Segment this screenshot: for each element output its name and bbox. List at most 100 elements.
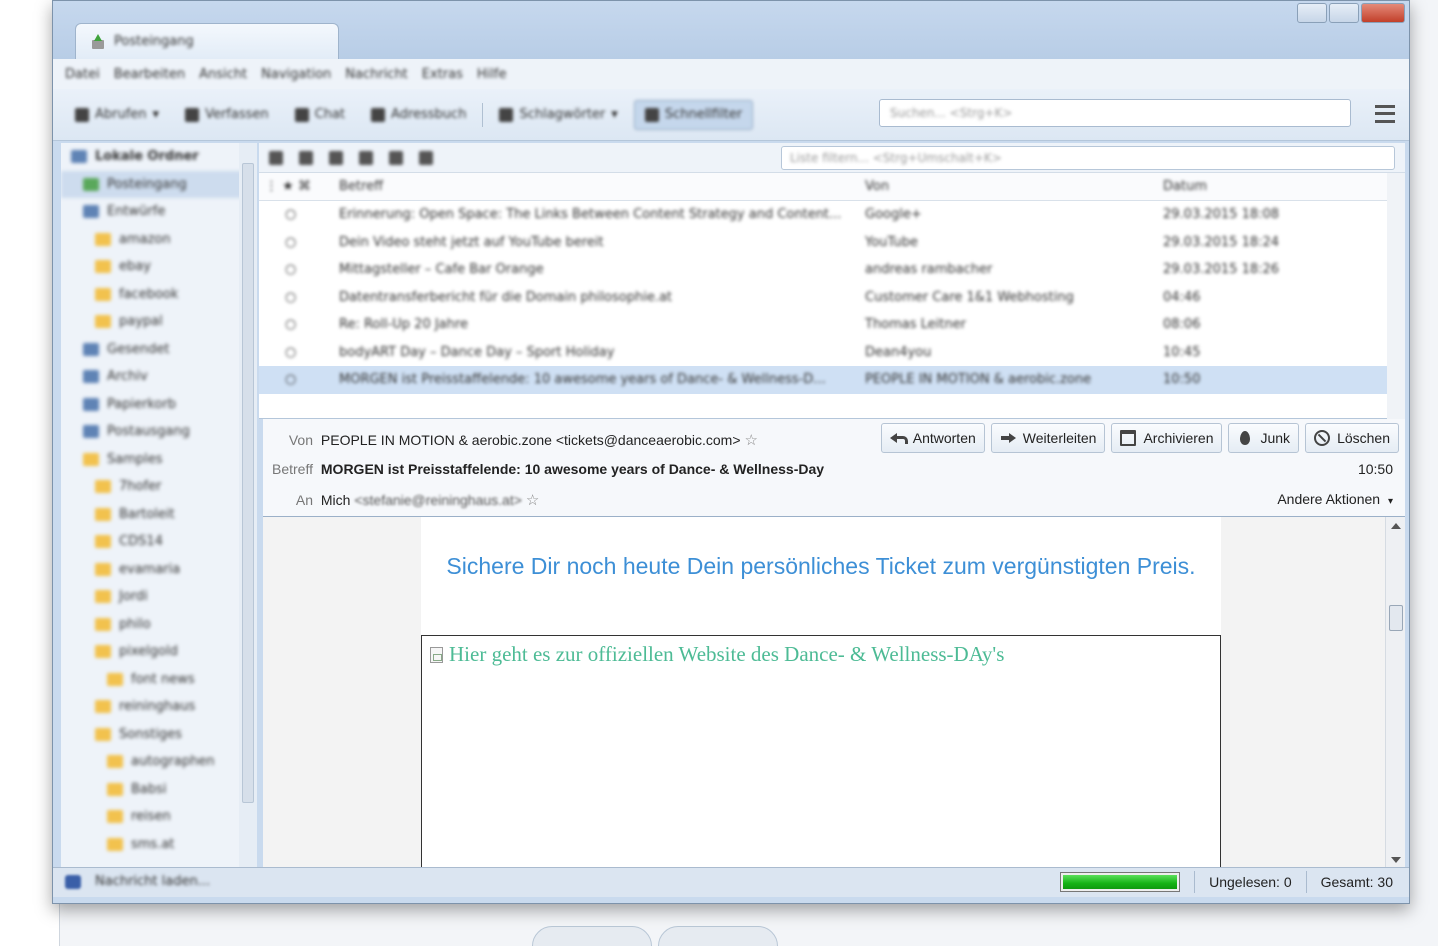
folder-item[interactable]: Sonstiges <box>61 721 256 749</box>
folder-label: reininghaus <box>119 699 196 715</box>
forward-button[interactable]: Weiterleiten <box>990 423 1106 453</box>
other-actions-button[interactable]: Andere Aktionen ▾ <box>1277 491 1393 507</box>
body-scrollbar[interactable] <box>1385 517 1405 869</box>
message-row[interactable]: ○ Re: Roll-Up 20 Jahre Thomas Leitner 08:06 <box>259 311 1405 339</box>
to-address[interactable]: <stefanie@reininghaus.at> <box>354 492 522 508</box>
subject-column-header[interactable]: Betreff <box>339 179 859 194</box>
folder-item[interactable]: paypal <box>61 308 256 336</box>
quick-filter-button[interactable]: Schnellfilter <box>633 99 754 130</box>
folder-item[interactable]: Papierkorb <box>61 391 256 419</box>
keep-filter-icon[interactable] <box>269 150 283 165</box>
tab-inbox[interactable]: Posteingang <box>75 23 339 59</box>
menu-navigation[interactable]: Navigation <box>261 67 331 82</box>
folder-item[interactable]: Bartoleit <box>61 501 256 529</box>
attachment-filter-icon[interactable] <box>419 150 433 165</box>
from-value[interactable]: PEOPLE IN MOTION & aerobic.zone <tickets… <box>321 432 741 448</box>
delete-button[interactable]: Löschen <box>1305 423 1399 453</box>
folder-label: Lokale Ordner <box>95 149 199 165</box>
link-box: Hier geht es zur offiziellen Website des… <box>421 635 1221 869</box>
archive-button[interactable]: Archivieren <box>1111 423 1223 453</box>
inbox-icon <box>90 33 106 50</box>
subject-line: Betreff MORGEN ist Preisstaffelende: 10 … <box>263 461 824 477</box>
folder-icon <box>107 782 123 796</box>
folder-item[interactable]: philo <box>61 611 256 639</box>
compose-button[interactable]: Verfassen <box>175 100 279 130</box>
tag-filter-icon[interactable] <box>389 150 403 165</box>
folder-label: Jordi <box>119 589 148 605</box>
folder-item[interactable]: ebay <box>61 253 256 281</box>
folder-item[interactable]: Jordi <box>61 583 256 611</box>
from-column-header[interactable]: Von <box>859 179 1157 194</box>
message-row[interactable]: ○ Mittagsteller – Cafe Bar Orange andreas … <box>259 256 1405 284</box>
get-messages-button[interactable]: Abrufen ▾ <box>65 100 169 130</box>
tags-button[interactable]: Schlagwörter ▾ <box>489 100 627 130</box>
folder-icon <box>95 480 111 494</box>
menu-help[interactable]: Hilfe <box>477 67 507 82</box>
folder-item[interactable]: 7hofer <box>61 473 256 501</box>
folder-item[interactable]: sms.at <box>61 831 256 859</box>
menu-file[interactable]: Datei <box>65 67 100 82</box>
chevron-down-icon: ▾ <box>1387 496 1393 507</box>
maximize-button[interactable] <box>1329 3 1359 23</box>
folder-item[interactable]: Posteingang <box>61 170 256 198</box>
to-name[interactable]: Mich <box>321 492 351 508</box>
folder-item[interactable]: reininghaus <box>61 693 256 721</box>
subject-label: Betreff <box>272 461 313 477</box>
folder-label: Postausgang <box>107 424 190 440</box>
star-icon[interactable]: ☆ <box>526 492 539 509</box>
star-filter-icon[interactable] <box>329 150 343 165</box>
contact-filter-icon[interactable] <box>359 150 373 165</box>
message-row[interactable]: ○ bodyART Day – Dance Day – Sport Holiday… <box>259 339 1405 367</box>
folder-item[interactable]: evamaria <box>61 556 256 584</box>
message-row[interactable]: ○ Dein Video steht jetzt auf YouTube bere… <box>259 229 1405 257</box>
menu-view[interactable]: Ansicht <box>199 67 247 82</box>
folder-item[interactable]: Archiv <box>61 363 256 391</box>
archive-label: Archivieren <box>1143 430 1214 446</box>
quick-filter-input[interactable]: Liste filtern... <Strg+Umschalt+K> <box>781 146 1395 170</box>
search-input[interactable]: Suchen... <Strg+K> <box>879 99 1351 127</box>
folder-item[interactable]: CDS14 <box>61 528 256 556</box>
folder-item[interactable]: Gesendet <box>61 336 256 364</box>
address-book-button[interactable]: Adressbuch <box>361 100 476 130</box>
junk-button[interactable]: Junk <box>1228 423 1300 453</box>
date-column-header[interactable]: Datum <box>1157 179 1357 194</box>
minimize-button[interactable] <box>1297 3 1327 23</box>
folder-scrollbar[interactable] <box>239 143 257 867</box>
app-menu-icon[interactable] <box>1375 105 1395 123</box>
folder-item[interactable]: font news <box>61 666 256 694</box>
menu-message[interactable]: Nachricht <box>345 67 408 82</box>
scroll-down-icon[interactable] <box>1391 857 1401 863</box>
folder-item[interactable]: Entwürfe <box>61 198 256 226</box>
folder-item[interactable]: pixelgold <box>61 638 256 666</box>
folder-item[interactable]: Samples <box>61 446 256 474</box>
menu-tools[interactable]: Extras <box>422 67 463 82</box>
unread-filter-icon[interactable] <box>299 150 313 165</box>
folder-label: evamaria <box>119 561 181 577</box>
reply-button[interactable]: Antworten <box>880 423 985 453</box>
read-status-icon: ○ <box>285 207 297 223</box>
thread-column-icon[interactable]: ⋮ ★ ⌘ <box>259 179 339 194</box>
status-right: Ungelesen: 0 Gesamt: 30 <box>1060 871 1393 893</box>
folder-item[interactable]: Babsi <box>61 776 256 804</box>
website-link[interactable]: Hier geht es zur offiziellen Website des… <box>430 642 1004 667</box>
close-button[interactable] <box>1361 3 1405 23</box>
folder-item[interactable]: Postausgang <box>61 418 256 446</box>
star-icon[interactable]: ☆ <box>745 432 758 449</box>
menu-edit[interactable]: Bearbeiten <box>114 67 185 82</box>
tags-label: Schlagwörter <box>519 107 606 122</box>
folder-item[interactable]: Lokale Ordner <box>61 143 256 171</box>
scroll-thumb[interactable] <box>242 163 254 803</box>
chat-button[interactable]: Chat <box>285 100 355 130</box>
folder-item[interactable]: amazon <box>61 226 256 254</box>
scroll-thumb[interactable] <box>1389 605 1403 631</box>
tab-label: Posteingang <box>114 34 194 49</box>
message-row[interactable]: ○ Datentransferbericht für die Domain phi… <box>259 284 1405 312</box>
list-scrollbar[interactable] <box>1387 173 1405 419</box>
scroll-up-icon[interactable] <box>1391 523 1401 529</box>
message-row[interactable]: ○ Erinnerung: Open Space: The Links Betwe… <box>259 201 1405 229</box>
website-link-text[interactable]: Hier geht es zur offiziellen Website des… <box>449 642 1004 667</box>
message-row[interactable]: ○ MORGEN ist Preisstaffelende: 10 awesome… <box>259 366 1405 394</box>
folder-item[interactable]: reisen <box>61 803 256 831</box>
folder-item[interactable]: facebook <box>61 281 256 309</box>
folder-item[interactable]: autographen <box>61 748 256 776</box>
